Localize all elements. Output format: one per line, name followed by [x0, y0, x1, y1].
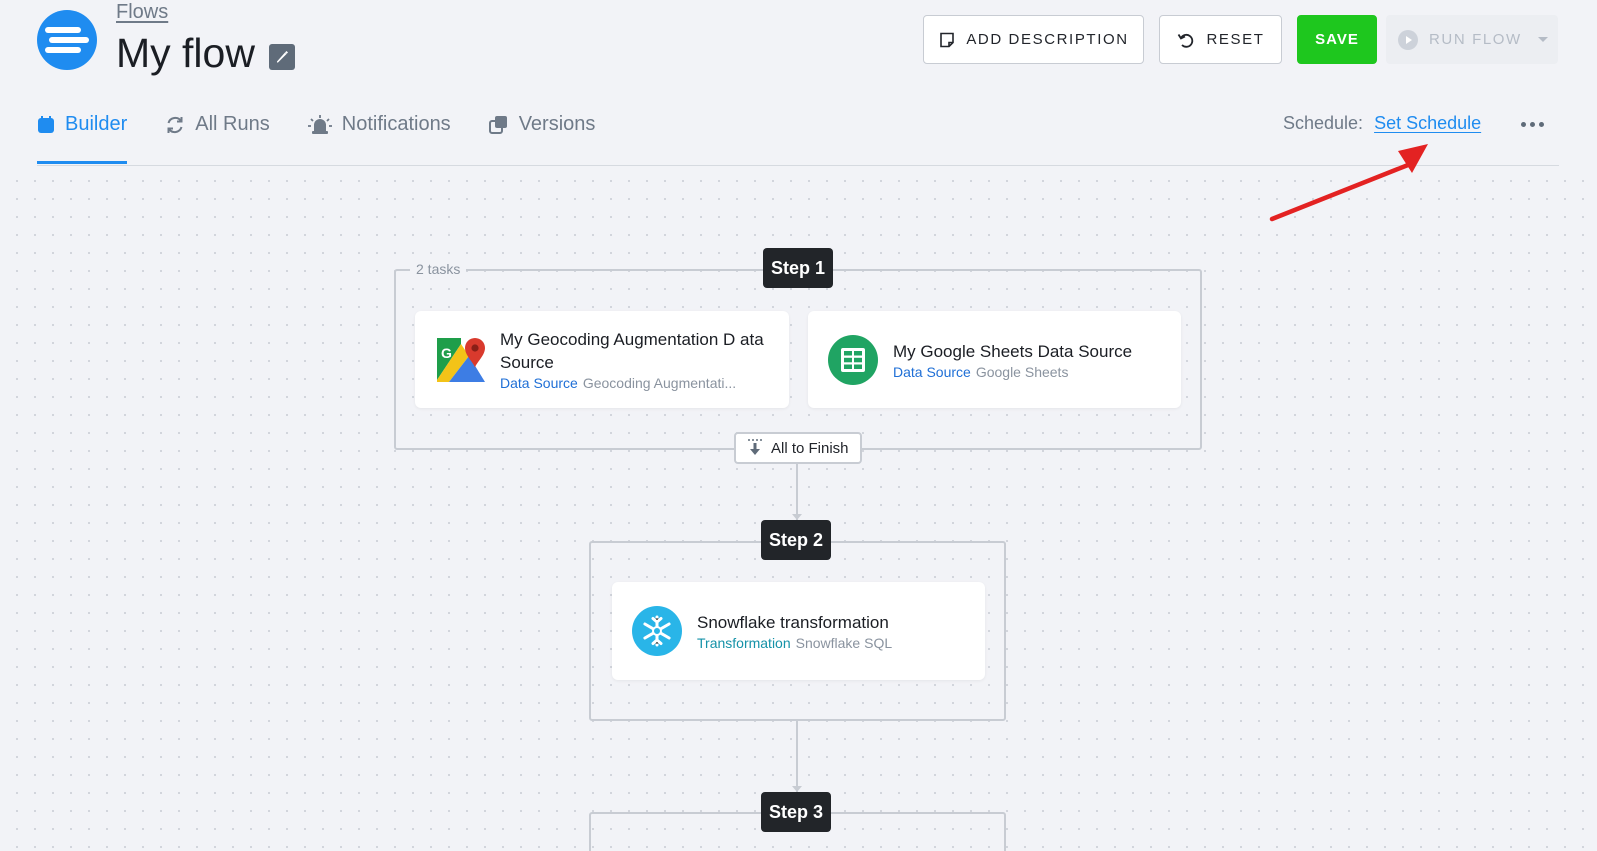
set-schedule-link[interactable]: Set Schedule: [1374, 113, 1481, 134]
more-options-icon[interactable]: [1521, 122, 1544, 127]
wait-all-icon: [748, 439, 762, 455]
annotation-arrow-icon: [1269, 144, 1428, 222]
tab-label: Notifications: [341, 113, 451, 135]
play-icon: [1398, 29, 1418, 50]
step-3-badge[interactable]: Step 3: [761, 792, 831, 832]
tab-builder[interactable]: Builder: [37, 100, 128, 164]
tab-bar: Builder All Runs Notifications Versions: [37, 100, 633, 166]
google-sheets-icon: [828, 334, 878, 385]
refresh-icon: [167, 116, 183, 133]
svg-text:G: G: [441, 345, 452, 361]
condition-label: All to Finish: [771, 439, 849, 457]
google-maps-icon: G: [437, 337, 485, 382]
tab-label: Builder: [65, 113, 128, 135]
add-description-label: ADD DESCRIPTION: [966, 31, 1129, 48]
task-title: My Geocoding Augmentation D ata Source: [500, 330, 764, 372]
breadcrumb-flows[interactable]: Flows: [116, 1, 168, 24]
app-logo[interactable]: [37, 10, 97, 70]
flow-name: My flow: [116, 30, 255, 76]
task-title: My Google Sheets Data Source: [893, 341, 1133, 361]
tab-versions[interactable]: Versions: [488, 100, 596, 149]
tasks-count-label: 2 tasks: [410, 261, 467, 277]
task-card-google-sheets[interactable]: My Google Sheets Data Source Data Source…: [808, 311, 1181, 408]
flow-builder-page: Flows My flow ADD DESCRIPTION RESET SAVE…: [0, 0, 1597, 851]
tab-notifications[interactable]: Notifications: [307, 100, 451, 149]
alert-bell-icon: [307, 114, 332, 134]
task-card-text: My Google Sheets Data Source Data Source…: [893, 340, 1167, 380]
task-component: Google Sheets: [975, 363, 1069, 380]
edit-icon[interactable]: [268, 43, 295, 70]
task-subtitle: Data Source Geocoding Augmentati...: [500, 375, 775, 391]
task-component: Snowflake SQL: [795, 635, 893, 651]
tab-all-runs[interactable]: All Runs: [165, 100, 270, 149]
task-card-snowflake[interactable]: Snowflake transformation Transformation S…: [612, 582, 985, 680]
task-title: Snowflake transformation: [697, 613, 889, 632]
reset-button[interactable]: RESET: [1159, 15, 1282, 64]
step-2-badge[interactable]: Step 2: [761, 520, 831, 560]
page-title: My flow: [116, 30, 295, 77]
undo-icon: [1178, 33, 1194, 48]
task-card-geocoding[interactable]: G My Geocoding Augmentation D ata Source…: [415, 311, 789, 408]
reset-label: RESET: [1206, 31, 1265, 48]
schedule-label: Schedule:: [1283, 113, 1364, 133]
run-flow-button[interactable]: RUN FLOW: [1386, 15, 1558, 64]
builder-icon: [38, 115, 54, 133]
task-card-text: Snowflake transformation Transformation S…: [697, 611, 971, 651]
save-button[interactable]: SAVE: [1297, 15, 1377, 64]
task-component: Geocoding Augmentati...: [582, 375, 737, 391]
note-icon: [940, 32, 955, 47]
task-type: Data Source: [893, 363, 971, 380]
step-connector: [796, 721, 798, 792]
versions-icon: [488, 115, 507, 134]
run-flow-label: RUN FLOW: [1429, 31, 1522, 48]
step-connector: [796, 464, 798, 520]
task-subtitle: Data Source Google Sheets: [893, 364, 1167, 380]
tab-label: All Runs: [195, 113, 270, 135]
all-to-finish-condition[interactable]: All to Finish: [734, 432, 862, 464]
add-description-button[interactable]: ADD DESCRIPTION: [923, 15, 1144, 64]
task-type: Data Source: [500, 375, 578, 391]
task-type: Transformation: [697, 635, 791, 651]
snowflake-icon: [632, 606, 682, 656]
task-subtitle: Transformation Snowflake SQL: [697, 635, 971, 651]
chevron-down-icon[interactable]: [1537, 34, 1549, 44]
tab-label: Versions: [518, 113, 596, 135]
schedule: Schedule: Set Schedule: [1283, 113, 1481, 134]
step-1-badge[interactable]: Step 1: [763, 248, 833, 288]
task-card-text: My Geocoding Augmentation D ata Source D…: [500, 328, 775, 391]
